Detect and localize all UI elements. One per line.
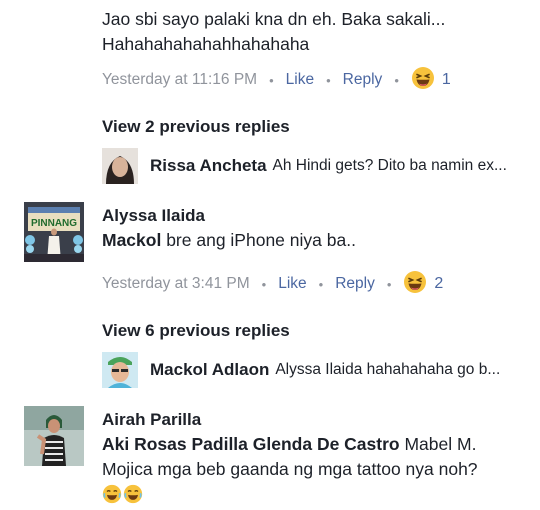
comment-0-text-line2: Hahahahahahahhahahaha	[102, 34, 310, 54]
haha-reaction-icon[interactable]	[403, 270, 427, 299]
comment-1-meta: Yesterday at 3:41 PM • Like • Reply • 2	[102, 270, 443, 295]
comment-author-name[interactable]: Alyssa Ilaida	[102, 206, 205, 226]
avatar[interactable]: PINNANG	[24, 202, 84, 262]
comment-1-body: Mackol bre ang iPhone niya ba..	[102, 228, 356, 253]
view-previous-replies-link[interactable]: View 6 previous replies	[102, 321, 290, 341]
comment-author-name[interactable]: Airah Parilla	[102, 410, 201, 430]
comment-2-emojis	[102, 484, 532, 504]
view-previous-replies-link[interactable]: View 2 previous replies	[102, 117, 290, 137]
reply-preview[interactable]: Mackol Adlaon Alyssa Ilaida hahahahaha g…	[150, 360, 500, 380]
haha-reaction-icon[interactable]	[411, 66, 435, 95]
separator-dot: •	[318, 276, 324, 292]
laughing-emoji-icon	[123, 484, 143, 504]
avatar[interactable]	[24, 406, 84, 466]
reply-text-preview: Alyssa Ilaida hahahahaha go b...	[275, 361, 501, 378]
separator-dot: •	[386, 276, 392, 292]
separator-dot: •	[261, 276, 267, 292]
separator-dot: •	[394, 72, 399, 88]
avatar[interactable]	[102, 352, 138, 388]
reaction-count[interactable]: 1	[442, 71, 451, 89]
reply-author-name[interactable]: Rissa Ancheta	[150, 156, 267, 176]
reply-preview[interactable]: Rissa Ancheta Ah Hindi gets? Dito ba nam…	[150, 156, 507, 176]
comment-1-timestamp[interactable]: Yesterday at 3:41 PM	[102, 275, 250, 293]
like-button[interactable]: Like	[278, 275, 306, 293]
comment-0-timestamp[interactable]: Yesterday at 11:16 PM	[102, 71, 257, 89]
comment-2-text-part: Mabel M.	[404, 434, 477, 454]
reply-author-name[interactable]: Mackol Adlaon	[150, 360, 269, 380]
comment-0-text-line1: Jao sbi sayo palaki kna dn eh. Baka saka…	[102, 9, 446, 29]
comment-2-text-line2: Mojica mga beb gaanda ng mga tattoo nya …	[102, 459, 478, 479]
reaction-count[interactable]: 2	[434, 275, 443, 293]
tagged-user-link[interactable]: Mackol	[102, 230, 161, 250]
reply-button[interactable]: Reply	[335, 275, 375, 293]
tagged-users-link[interactable]: Aki Rosas Padilla Glenda De Castro	[102, 434, 400, 454]
reply-button[interactable]: Reply	[343, 71, 383, 89]
avatar[interactable]	[102, 148, 138, 184]
avatar-banner-text: PINNANG	[31, 218, 77, 229]
comment-1-text: bre ang iPhone niya ba..	[166, 230, 356, 250]
separator-dot: •	[326, 72, 331, 88]
comment-2-body: Aki Rosas Padilla Glenda De Castro Mabel…	[102, 432, 532, 504]
separator-dot: •	[269, 72, 274, 88]
comment-0-meta: Yesterday at 11:16 PM • Like • Reply • 1	[102, 66, 451, 91]
reply-text-preview: Ah Hindi gets? Dito ba namin ex...	[272, 157, 507, 174]
like-button[interactable]: Like	[286, 71, 314, 89]
laughing-emoji-icon	[102, 484, 122, 504]
comment-0-body: Jao sbi sayo palaki kna dn eh. Baka saka…	[102, 7, 532, 57]
